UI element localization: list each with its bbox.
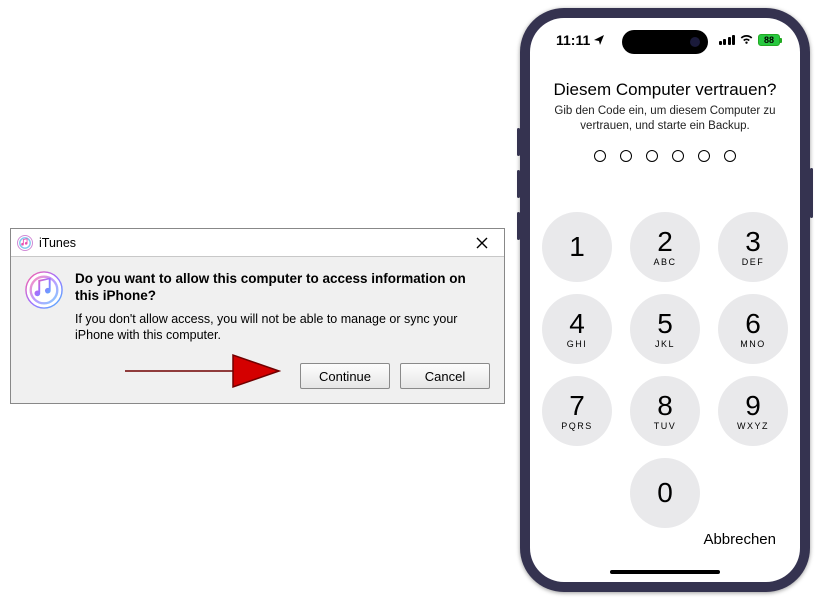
passcode-keypad: 1 2ABC 3DEF 4GHI 5JKL 6MNO 7PQRS 8TUV 9W… <box>530 212 800 528</box>
close-button[interactable] <box>466 232 498 254</box>
battery-icon: 88 <box>758 34 780 46</box>
wifi-icon <box>739 32 754 48</box>
phone-cancel-button[interactable]: Abbrechen <box>703 531 776 548</box>
close-icon <box>476 237 488 249</box>
itunes-icon <box>17 235 33 251</box>
keypad-7[interactable]: 7PQRS <box>542 376 612 446</box>
trust-subtitle: Gib den Code ein, um diesem Computer zu … <box>550 104 780 134</box>
iphone-screen: 11:11 88 Diesem Computer vertrauen? Gib … <box>530 18 800 582</box>
keypad-0[interactable]: 0 <box>630 458 700 528</box>
dialog-titlebar: iTunes <box>11 229 504 257</box>
status-time: 11:11 <box>556 32 590 48</box>
dialog-body-text: If you don't allow access, you will not … <box>75 311 490 344</box>
keypad-9[interactable]: 9WXYZ <box>718 376 788 446</box>
cancel-button[interactable]: Cancel <box>400 363 490 389</box>
dynamic-island <box>622 30 708 54</box>
itunes-large-icon <box>25 271 65 343</box>
keypad-2[interactable]: 2ABC <box>630 212 700 282</box>
iphone-device-frame: 11:11 88 Diesem Computer vertrauen? Gib … <box>520 8 810 592</box>
keypad-5[interactable]: 5JKL <box>630 294 700 364</box>
cell-signal-icon <box>719 35 736 45</box>
keypad-1[interactable]: 1 <box>542 212 612 282</box>
location-icon <box>593 34 605 46</box>
red-arrow-annotation <box>123 351 281 391</box>
dialog-title: iTunes <box>39 236 76 250</box>
passcode-dots <box>550 150 780 162</box>
keypad-3[interactable]: 3DEF <box>718 212 788 282</box>
continue-button[interactable]: Continue <box>300 363 390 389</box>
keypad-8[interactable]: 8TUV <box>630 376 700 446</box>
home-indicator <box>610 570 720 574</box>
trust-title: Diesem Computer vertrauen? <box>550 80 780 100</box>
keypad-6[interactable]: 6MNO <box>718 294 788 364</box>
itunes-access-dialog: iTunes Do you want to allow this compute… <box>10 228 505 404</box>
dialog-heading: Do you want to allow this computer to ac… <box>75 271 490 305</box>
keypad-4[interactable]: 4GHI <box>542 294 612 364</box>
